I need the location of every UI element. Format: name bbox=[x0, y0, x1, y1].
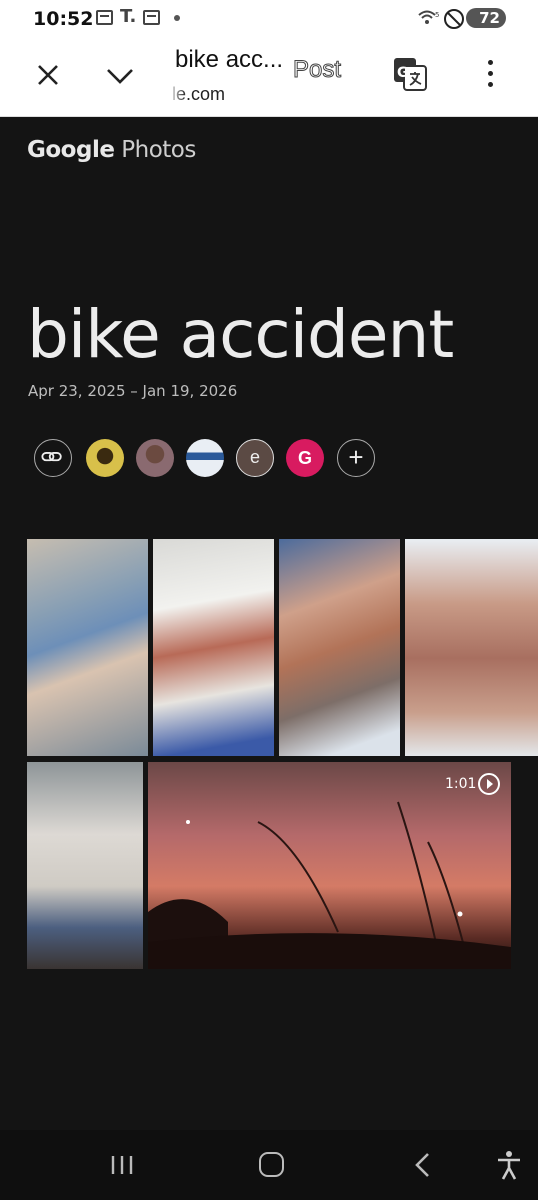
google-photos-logo: Google Photos bbox=[27, 137, 196, 163]
close-icon[interactable] bbox=[33, 60, 63, 90]
battery-icon: 72 bbox=[466, 8, 506, 28]
play-icon[interactable] bbox=[477, 772, 501, 796]
translate-icon[interactable]: G bbox=[392, 56, 428, 92]
calendar-icon bbox=[143, 10, 160, 25]
t-app-icon: T. bbox=[120, 6, 137, 27]
recent-apps-icon[interactable] bbox=[110, 1153, 134, 1177]
link-icon bbox=[41, 451, 62, 462]
avatar[interactable] bbox=[136, 439, 174, 477]
add-person-button[interactable]: + bbox=[337, 439, 375, 477]
page-title: bike acc... bbox=[175, 46, 284, 73]
video-thumbnail[interactable] bbox=[148, 762, 511, 969]
status-time: 10:52 bbox=[33, 8, 94, 30]
accessibility-icon[interactable] bbox=[496, 1150, 522, 1180]
post-button[interactable]: Post bbox=[292, 56, 341, 84]
android-nav-bar bbox=[0, 1130, 538, 1200]
album-date-range: Apr 23, 2025 – Jan 19, 2026 bbox=[28, 382, 238, 400]
photo-thumbnail[interactable] bbox=[405, 539, 538, 756]
calendar-icon bbox=[96, 10, 113, 25]
photo-thumbnail[interactable] bbox=[153, 539, 274, 756]
avatar-e[interactable]: e bbox=[236, 439, 274, 477]
album-title: bike accident bbox=[27, 296, 454, 373]
video-duration: 1:01 bbox=[445, 776, 477, 792]
logo-photos-text: Photos bbox=[121, 137, 196, 163]
photo-thumbnail[interactable] bbox=[279, 539, 400, 756]
svg-text:5: 5 bbox=[435, 11, 439, 19]
url-fade bbox=[168, 80, 186, 108]
more-vert-icon[interactable] bbox=[483, 58, 497, 90]
photo-thumbnail[interactable] bbox=[27, 539, 148, 756]
chevron-down-icon[interactable] bbox=[104, 60, 136, 90]
svg-text:G: G bbox=[397, 65, 409, 81]
notification-dot-icon bbox=[174, 15, 180, 21]
avatar-g[interactable]: G bbox=[286, 439, 324, 477]
copy-link-button[interactable] bbox=[34, 439, 72, 477]
status-bar: 10:52 T. 5 72 bbox=[0, 0, 538, 36]
do-not-disturb-icon bbox=[444, 9, 464, 29]
sunset-grass-image bbox=[148, 801, 511, 969]
avatar[interactable] bbox=[186, 439, 224, 477]
avatar[interactable] bbox=[86, 439, 124, 477]
wifi-icon: 5 bbox=[418, 10, 439, 24]
home-icon[interactable] bbox=[259, 1152, 284, 1177]
back-icon[interactable] bbox=[412, 1152, 434, 1178]
photo-thumbnail[interactable] bbox=[27, 762, 143, 969]
browser-header: bike acc... le.com Post G bbox=[0, 36, 538, 117]
logo-google-text: Google bbox=[27, 137, 115, 163]
